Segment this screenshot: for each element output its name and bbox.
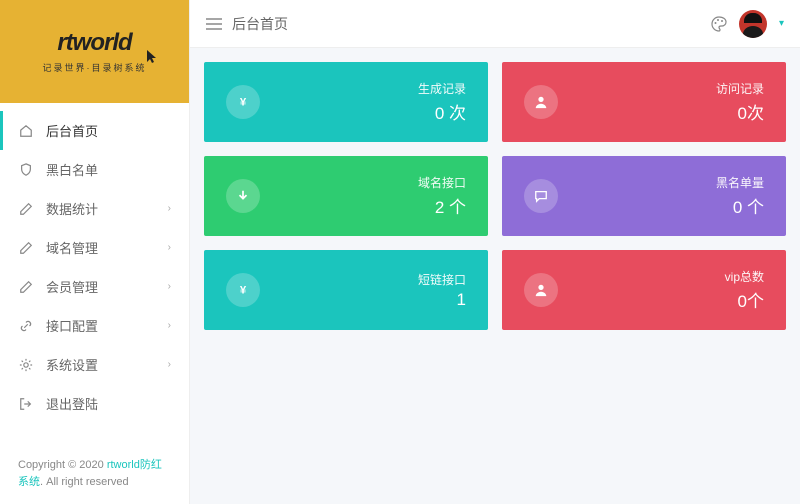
user-icon xyxy=(524,85,558,119)
nav-item-1[interactable]: 黑白名单 xyxy=(0,150,189,189)
chevron-right-icon: › xyxy=(168,281,171,292)
chevron-right-icon: › xyxy=(168,242,171,253)
svg-text:¥: ¥ xyxy=(240,97,247,109)
yen-icon: ¥ xyxy=(226,85,260,119)
page-title: 后台首页 xyxy=(232,14,288,34)
footer: Copyright © 2020 rtworld防红系统. All right … xyxy=(0,445,189,504)
card-label: 短链接口 xyxy=(418,271,466,288)
stat-card-5[interactable]: vip总数 0个 xyxy=(502,250,786,330)
card-value: 1 xyxy=(418,290,466,310)
card-label: 域名接口 xyxy=(418,174,466,191)
pencil-icon xyxy=(18,240,34,256)
nav-label: 会员管理 xyxy=(46,277,98,296)
stat-card-2[interactable]: 域名接口 2 个 xyxy=(204,156,488,236)
cursor-icon xyxy=(147,50,159,64)
down-icon xyxy=(226,179,260,213)
nav-item-4[interactable]: 会员管理 › xyxy=(0,267,189,306)
yen-icon: ¥ xyxy=(226,273,260,307)
sidebar: rtworld 记录世界·目录树系统 后台首页黑白名单数据统计›域名管理›会员管… xyxy=(0,0,190,504)
card-value: 0 次 xyxy=(418,99,466,124)
card-text: 短链接口 1 xyxy=(418,271,466,310)
nav-label: 接口配置 xyxy=(46,316,98,335)
card-text: 生成记录 0 次 xyxy=(418,80,466,124)
stat-card-0[interactable]: ¥ 生成记录 0 次 xyxy=(204,62,488,142)
pencil-icon xyxy=(18,201,34,217)
card-value: 0 个 xyxy=(716,193,764,218)
logo: rtworld 记录世界·目录树系统 xyxy=(0,0,189,103)
nav-label: 后台首页 xyxy=(46,121,98,140)
card-value: 2 个 xyxy=(418,193,466,218)
main: 后台首页 ▾ ¥ 生成记录 0 次 访问记录 0次域名接口 2 个 黑名单量 0 个 ¥ 短链接口… xyxy=(190,0,800,504)
nav-label: 域名管理 xyxy=(46,238,98,257)
nav-item-7[interactable]: 退出登陆 xyxy=(0,384,189,423)
palette-icon[interactable] xyxy=(711,16,727,32)
logo-subtitle: 记录世界·目录树系统 xyxy=(43,61,147,74)
card-text: 域名接口 2 个 xyxy=(418,174,466,218)
nav-label: 数据统计 xyxy=(46,199,98,218)
hamburger-icon xyxy=(206,18,222,30)
card-text: vip总数 0个 xyxy=(725,268,764,312)
content: ¥ 生成记录 0 次 访问记录 0次域名接口 2 个 黑名单量 0 个 ¥ 短链接口 1 vip总数 0… xyxy=(190,48,800,504)
link-icon xyxy=(18,318,34,334)
exit-icon xyxy=(18,396,34,412)
nav-label: 退出登陆 xyxy=(46,394,98,413)
menu-toggle[interactable] xyxy=(206,18,222,30)
card-value: 0次 xyxy=(716,99,764,124)
nav-item-5[interactable]: 接口配置 › xyxy=(0,306,189,345)
chevron-right-icon: › xyxy=(168,320,171,331)
stat-card-1[interactable]: 访问记录 0次 xyxy=(502,62,786,142)
nav-item-2[interactable]: 数据统计 › xyxy=(0,189,189,228)
nav-label: 系统设置 xyxy=(46,355,98,374)
nav-label: 黑白名单 xyxy=(46,160,98,179)
stats-cards: ¥ 生成记录 0 次 访问记录 0次域名接口 2 个 黑名单量 0 个 ¥ 短链接口 1 vip总数 0… xyxy=(204,62,786,330)
user-icon xyxy=(524,273,558,307)
card-label: 生成记录 xyxy=(418,80,466,97)
card-label: 黑名单量 xyxy=(716,174,764,191)
stat-card-3[interactable]: 黑名单量 0 个 xyxy=(502,156,786,236)
footer-copyright: Copyright © 2020 xyxy=(18,459,107,471)
svg-text:¥: ¥ xyxy=(240,285,247,297)
topbar: 后台首页 ▾ xyxy=(190,0,800,48)
topbar-right: ▾ xyxy=(711,10,784,38)
home-icon xyxy=(18,123,34,139)
stat-card-4[interactable]: ¥ 短链接口 1 xyxy=(204,250,488,330)
card-label: vip总数 xyxy=(725,268,764,285)
gear-icon xyxy=(18,357,34,373)
nav-item-0[interactable]: 后台首页 xyxy=(0,111,189,150)
chevron-right-icon: › xyxy=(168,359,171,370)
chevron-right-icon: › xyxy=(168,203,171,214)
footer-rights: . All right reserved xyxy=(40,476,129,488)
nav-item-3[interactable]: 域名管理 › xyxy=(0,228,189,267)
user-dropdown[interactable]: ▾ xyxy=(779,18,784,29)
card-text: 黑名单量 0 个 xyxy=(716,174,764,218)
card-label: 访问记录 xyxy=(716,80,764,97)
shield-icon xyxy=(18,162,34,178)
pencil-icon xyxy=(18,279,34,295)
card-text: 访问记录 0次 xyxy=(716,80,764,124)
logo-text: rtworld xyxy=(57,29,131,57)
card-value: 0个 xyxy=(725,287,764,312)
chat-icon xyxy=(524,179,558,213)
nav-item-6[interactable]: 系统设置 › xyxy=(0,345,189,384)
avatar[interactable] xyxy=(739,10,767,38)
nav: 后台首页黑白名单数据统计 › 域名管理 › 会员管理 › 接口配置 › 系统设置 › 退出登陆 xyxy=(0,103,189,445)
